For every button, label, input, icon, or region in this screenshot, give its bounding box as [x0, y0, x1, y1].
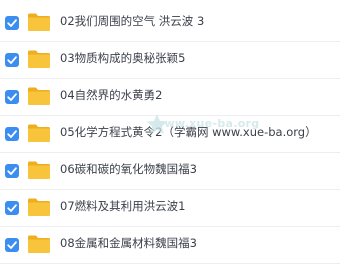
file-name[interactable]: 02我们周围的空气 洪云波 3: [60, 13, 204, 29]
file-row[interactable]: 06碳和碳的氧化物魏国福3: [0, 153, 340, 190]
checkmark-icon: [7, 241, 17, 249]
file-name[interactable]: 06碳和碳的氧化物魏国福3: [60, 161, 197, 177]
folder-icon: [27, 49, 51, 69]
file-name[interactable]: 04自然界的水黄勇2: [60, 87, 162, 103]
checkmark-icon: [7, 130, 17, 138]
file-row[interactable]: 07燃料及其利用洪云波1: [0, 190, 340, 227]
file-name[interactable]: 03物质构成的奥秘张颖5: [60, 50, 185, 66]
checkbox-checked[interactable]: [5, 16, 19, 30]
checkmark-icon: [7, 204, 17, 212]
folder-icon: [27, 160, 51, 180]
folder-icon: [27, 234, 51, 254]
folder-icon: [27, 197, 51, 217]
file-name[interactable]: 08金属和金属材料魏国福3: [60, 235, 197, 251]
folder-icon: [27, 86, 51, 106]
checkbox-checked[interactable]: [5, 127, 19, 141]
file-row[interactable]: 08金属和金属材料魏国福3: [0, 227, 340, 264]
checkbox-checked[interactable]: [5, 164, 19, 178]
checkbox-checked[interactable]: [5, 201, 19, 215]
watermark-text: www.xue-ba.org: [154, 117, 260, 130]
checkmark-icon: [7, 19, 17, 27]
folder-icon: [27, 123, 51, 143]
checkbox-checked[interactable]: [5, 238, 19, 252]
checkmark-icon: [7, 167, 17, 175]
folder-icon: [27, 12, 51, 32]
checkbox-checked[interactable]: [5, 90, 19, 104]
checkmark-icon: [7, 93, 17, 101]
file-name[interactable]: 07燃料及其利用洪云波1: [60, 198, 185, 214]
file-row[interactable]: 02我们周围的空气 洪云波 3: [0, 5, 340, 42]
file-row[interactable]: 03物质构成的奥秘张颖5: [0, 42, 340, 79]
checkmark-icon: [7, 56, 17, 64]
checkbox-checked[interactable]: [5, 53, 19, 67]
